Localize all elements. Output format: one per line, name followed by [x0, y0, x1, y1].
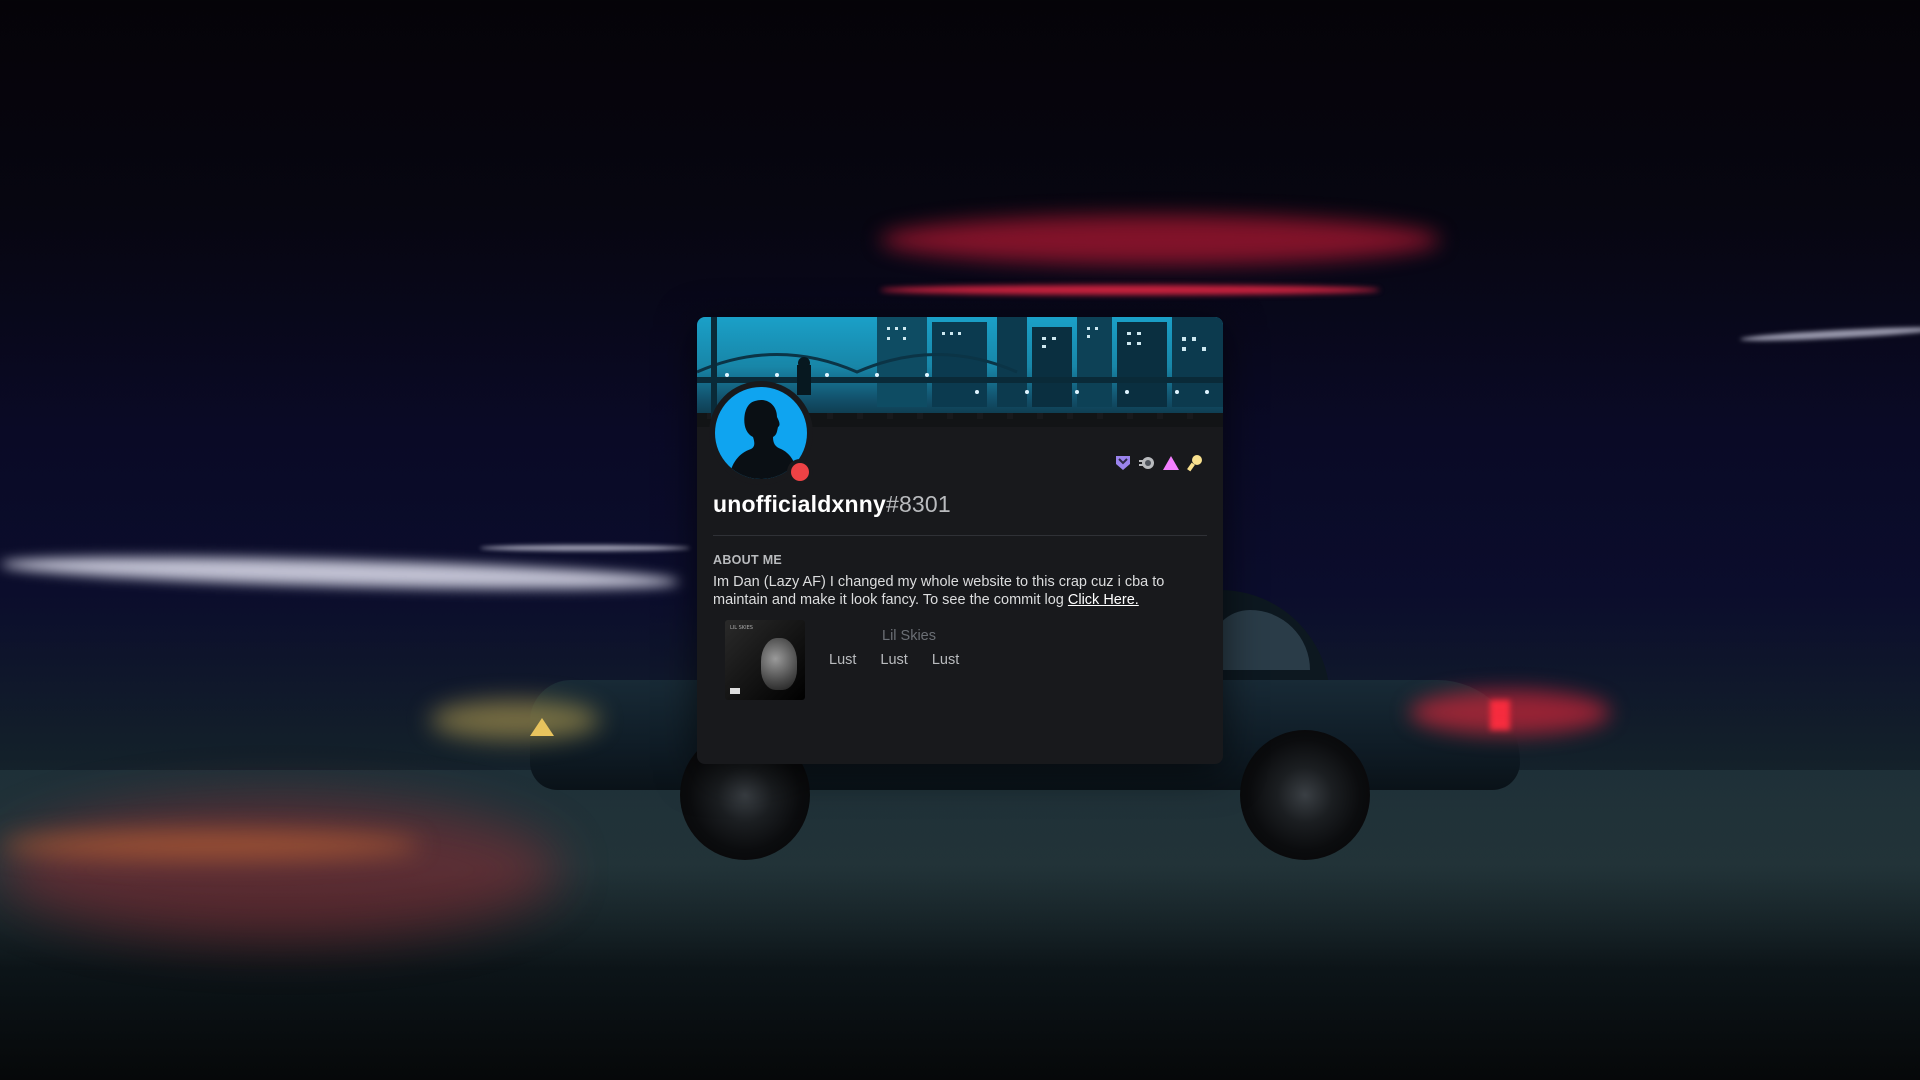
about-me-heading: ABOUT ME — [713, 553, 783, 567]
light-streak — [0, 800, 560, 940]
album-cover-text: LIL SKIES — [730, 625, 753, 631]
hypesquad-balance-icon[interactable] — [1113, 453, 1133, 473]
track-list: Lust Lust Lust — [829, 652, 959, 668]
artist-name: Lil Skies — [882, 628, 936, 644]
badge-list — [1113, 453, 1205, 473]
taillight-glow — [1410, 690, 1610, 735]
nitro-icon[interactable] — [1137, 453, 1157, 473]
profile-username: unofficialdxnny#8301 — [713, 491, 951, 518]
car-wheel-rear — [1240, 730, 1370, 860]
status-dnd-indicator — [787, 459, 813, 485]
light-streak — [880, 215, 1440, 265]
track-name[interactable]: Lust — [932, 652, 959, 668]
album-cover-face — [761, 638, 797, 690]
headlight-glow — [430, 700, 600, 740]
early-supporter-icon[interactable] — [1161, 453, 1181, 473]
username-text: unofficialdxnny — [713, 491, 886, 517]
light-streak — [480, 545, 690, 551]
light-streak — [0, 830, 420, 860]
spotify-activity: LIL SKIES Lil Skies Lust Lust Lust — [725, 620, 1205, 704]
divider — [713, 535, 1207, 536]
light-streak — [880, 285, 1380, 295]
album-cover[interactable]: LIL SKIES — [725, 620, 805, 700]
parental-advisory-icon — [730, 688, 740, 694]
commit-log-link[interactable]: Click Here. — [1068, 592, 1139, 608]
discriminator-text: #8301 — [885, 491, 951, 517]
track-name[interactable]: Lust — [880, 652, 907, 668]
about-me-text: Im Dan (Lazy AF) I changed my whole webs… — [713, 573, 1213, 609]
bug-hunter-icon[interactable] — [1185, 453, 1205, 473]
light-streak — [1739, 324, 1920, 344]
avatar[interactable] — [709, 381, 813, 485]
track-name[interactable]: Lust — [829, 652, 856, 668]
profile-card: unofficialdxnny#8301 ABOUT ME Im Dan (La… — [697, 317, 1223, 764]
